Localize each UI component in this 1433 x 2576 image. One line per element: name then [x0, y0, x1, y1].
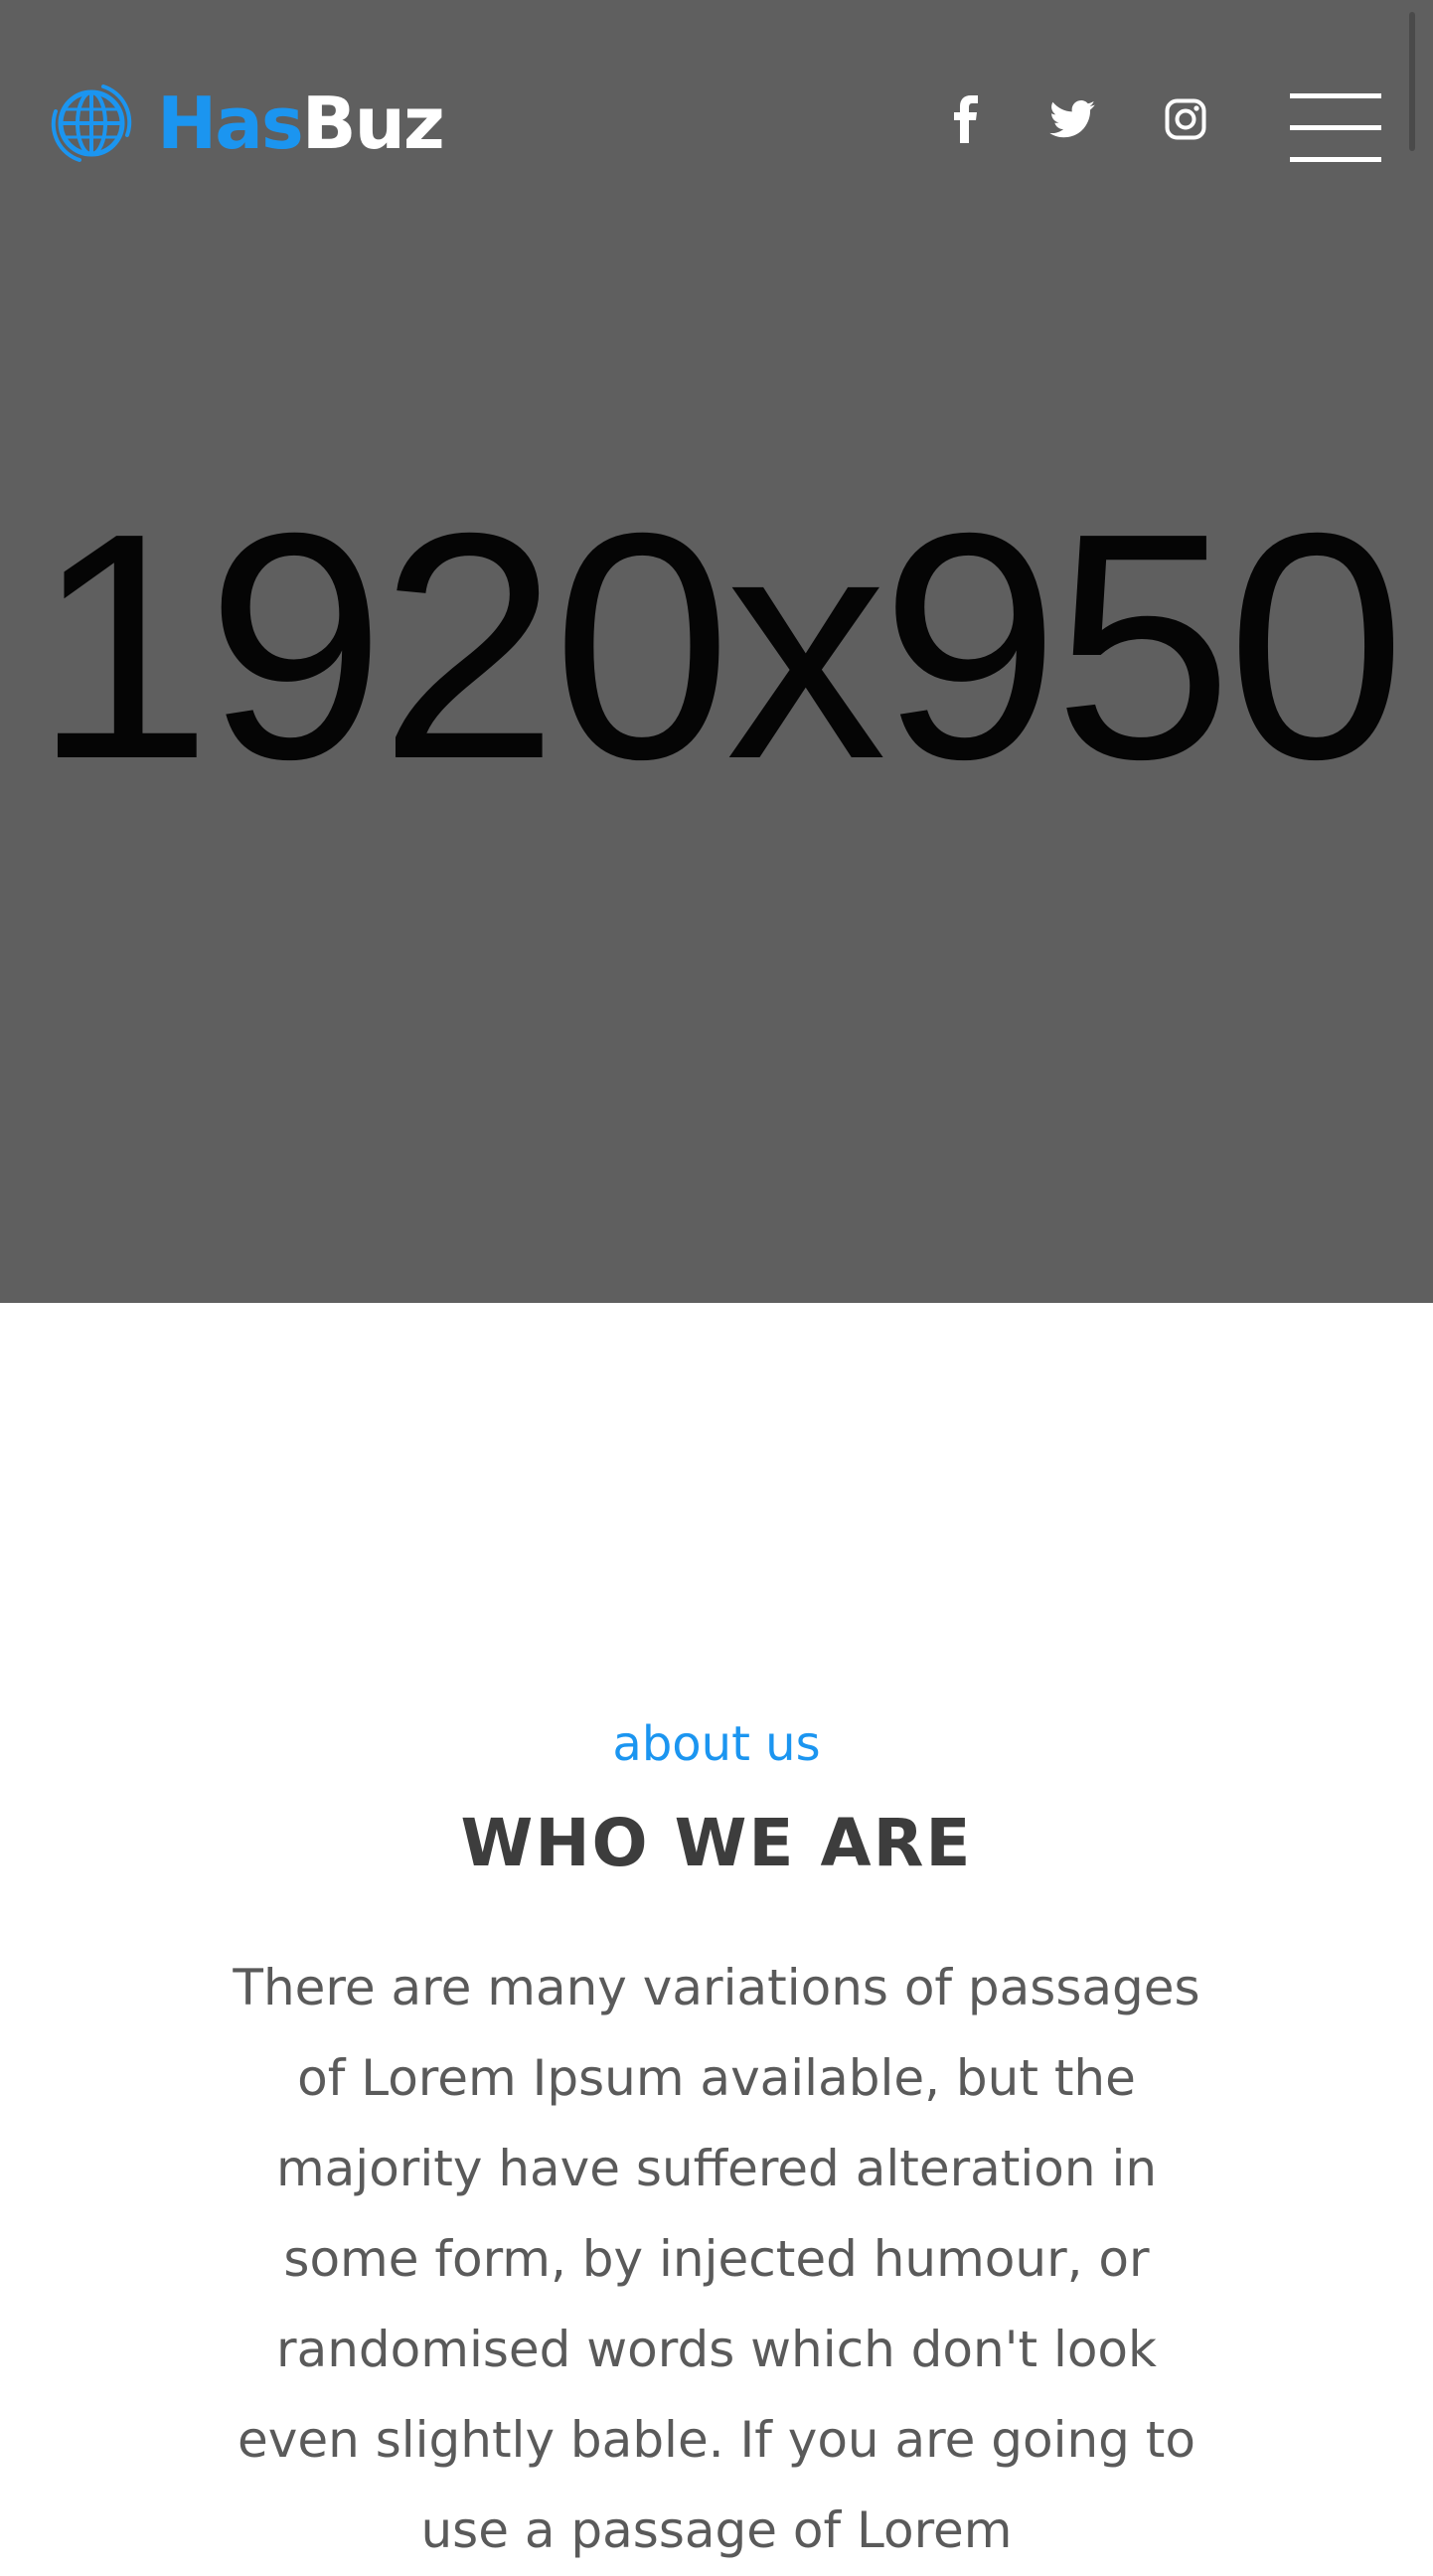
logo-text-part1: Has [157, 81, 304, 165]
logo-text-part2: Buz [301, 81, 445, 165]
hero-placeholder-image-text: 1920x950 [33, 466, 1405, 826]
facebook-link[interactable] [943, 95, 991, 143]
hero-banner: HasBuz 1920x950 [0, 0, 1433, 1303]
section-title: WHO WE ARE [460, 1805, 973, 1881]
section-eyebrow: about us [612, 1716, 821, 1772]
twitter-icon [1049, 100, 1095, 138]
globe-icon [51, 84, 132, 162]
hamburger-menu-icon[interactable] [1290, 93, 1381, 163]
about-paragraph: There are many variations of passages of… [233, 1959, 1200, 2559]
instagram-link[interactable] [1162, 95, 1209, 143]
facebook-icon [954, 95, 978, 143]
twitter-link[interactable] [1048, 95, 1096, 143]
site-logo[interactable]: HasBuz [50, 81, 445, 165]
instagram-icon [1165, 98, 1206, 140]
logo-wordmark: HasBuz [157, 87, 445, 159]
scrollbar-thumb[interactable] [1409, 12, 1415, 151]
menu-bar [1290, 157, 1381, 162]
menu-bar [1290, 93, 1381, 98]
menu-bar [1290, 125, 1381, 130]
